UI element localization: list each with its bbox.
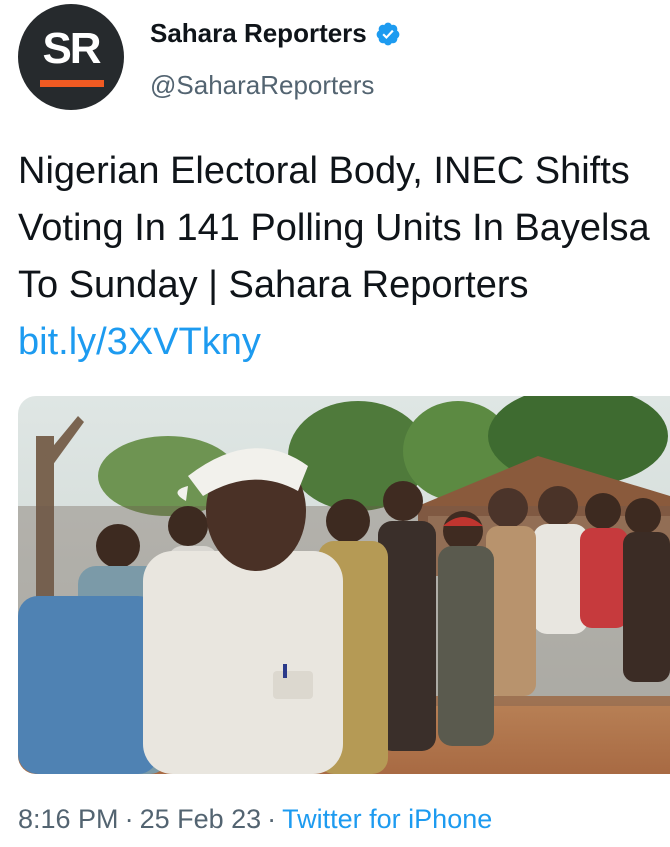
tweet-photo[interactable]: [18, 396, 670, 774]
tweet-body: Nigerian Electoral Body, INEC Shifts Vot…: [18, 143, 668, 371]
author-name-row[interactable]: Sahara Reporters: [150, 18, 401, 49]
author-handle[interactable]: @SaharaReporters: [150, 70, 374, 101]
tweet-timestamp-row: 8:16 PM · 25 Feb 23 · Twitter for iPhone: [18, 804, 492, 835]
tweet-time[interactable]: 8:16 PM: [18, 804, 119, 834]
author-avatar[interactable]: SR: [18, 4, 124, 110]
tweet-source-link[interactable]: Twitter for iPhone: [282, 804, 492, 834]
separator: ·: [124, 804, 134, 834]
tweet-date[interactable]: 25 Feb 23: [140, 804, 262, 834]
tweet-text: Nigerian Electoral Body, INEC Shifts Vot…: [18, 150, 650, 306]
tweet-link[interactable]: bit.ly/3XVTkny: [18, 321, 261, 363]
avatar-logo-underline: [40, 80, 104, 87]
avatar-logo-text: SR: [42, 24, 101, 73]
verified-badge-icon: [376, 22, 400, 45]
photo-voters-queue: [18, 396, 670, 774]
author-display-name[interactable]: Sahara Reporters: [150, 18, 367, 49]
separator: ·: [267, 804, 277, 834]
